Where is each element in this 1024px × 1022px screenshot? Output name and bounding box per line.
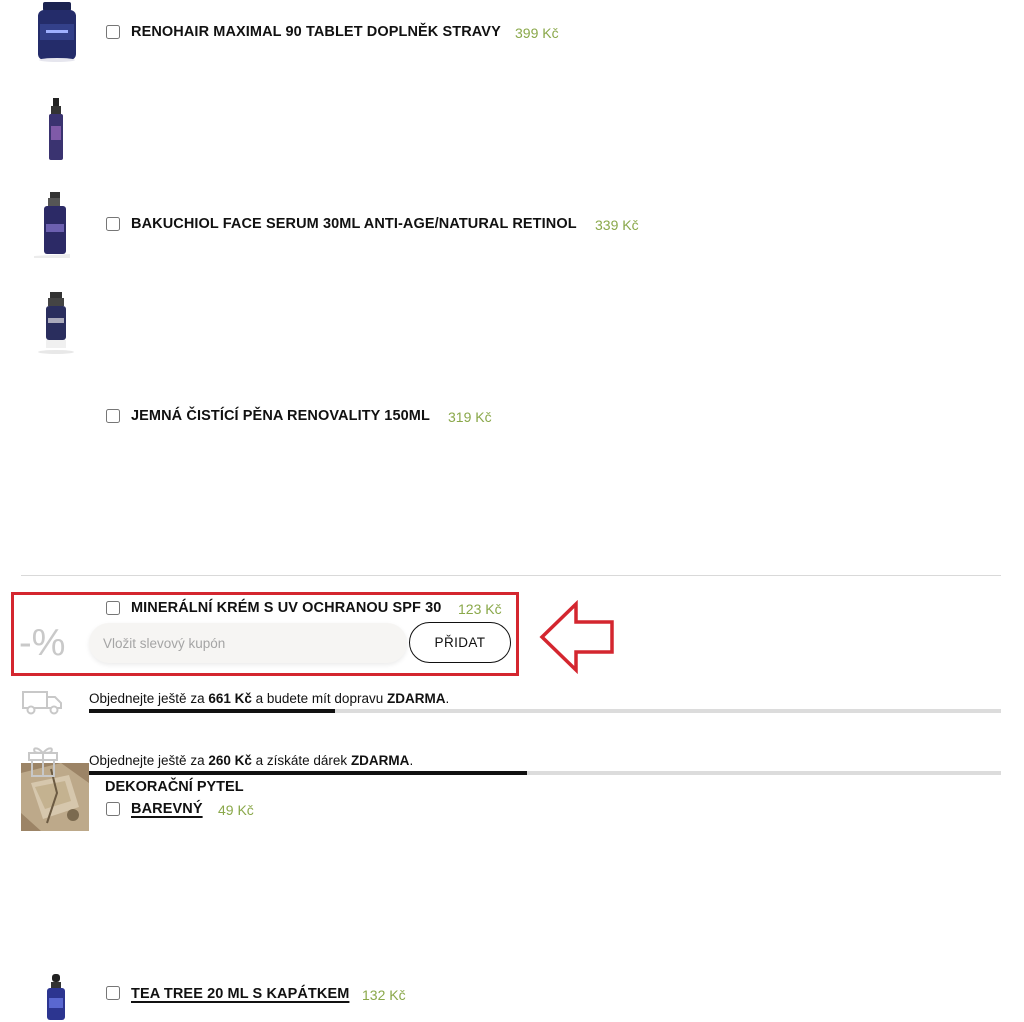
- product-checkbox[interactable]: [106, 802, 120, 816]
- dropper-bottle-image: [47, 974, 65, 1020]
- gift-progress-bar: [89, 771, 1001, 775]
- product-name: RENOHAIR MAXIMAL 90 TABLET DOPLNĚK STRAV…: [131, 24, 501, 40]
- product-price: 132 Kč: [362, 987, 406, 1003]
- coupon-input[interactable]: [89, 623, 407, 663]
- supplement-jar-image: [38, 2, 76, 62]
- shipping-progress-fill: [89, 709, 336, 713]
- section-divider: [21, 575, 1001, 576]
- truck-icon: [22, 691, 62, 715]
- product-group-title: DEKORAČNÍ PYTEL: [105, 779, 244, 795]
- product-variant-link[interactable]: BAREVNÝ: [131, 801, 203, 817]
- cream-pump-bottle-image: [38, 292, 74, 354]
- product-name: JEMNÁ ČISTÍCÍ PĚNA RENOVALITY 150ML: [131, 408, 430, 424]
- shipping-progress-bar: [89, 709, 1001, 713]
- add-coupon-button[interactable]: PŘIDAT: [409, 622, 511, 663]
- discount-percent-icon: -%: [19, 622, 66, 664]
- serum-bottle-image: [49, 98, 63, 160]
- product-price: 49 Kč: [218, 802, 254, 818]
- gift-progress-fill: [89, 771, 527, 775]
- product-checkbox[interactable]: [106, 217, 120, 231]
- product-price: 339 Kč: [595, 217, 639, 233]
- product-price: 399 Kč: [515, 25, 559, 41]
- product-checkbox[interactable]: [106, 25, 120, 39]
- gift-info-text: Objednejte ještě za 260 Kč a získáte dár…: [89, 753, 414, 768]
- product-price: 319 Kč: [448, 409, 492, 425]
- product-checkbox[interactable]: [106, 409, 120, 423]
- foam-bottle-image: [34, 192, 70, 258]
- product-name: BAKUCHIOL FACE SERUM 30ML ANTI-AGE/NATUR…: [131, 216, 577, 232]
- product-name-link[interactable]: TEA TREE 20 ML S KAPÁTKEM: [131, 986, 349, 1002]
- gift-icon: [28, 747, 58, 777]
- product-checkbox[interactable]: [106, 986, 120, 1000]
- shipping-info-text: Objednejte ještě za 661 Kč a budete mít …: [89, 691, 450, 706]
- red-arrow-icon: [539, 600, 614, 674]
